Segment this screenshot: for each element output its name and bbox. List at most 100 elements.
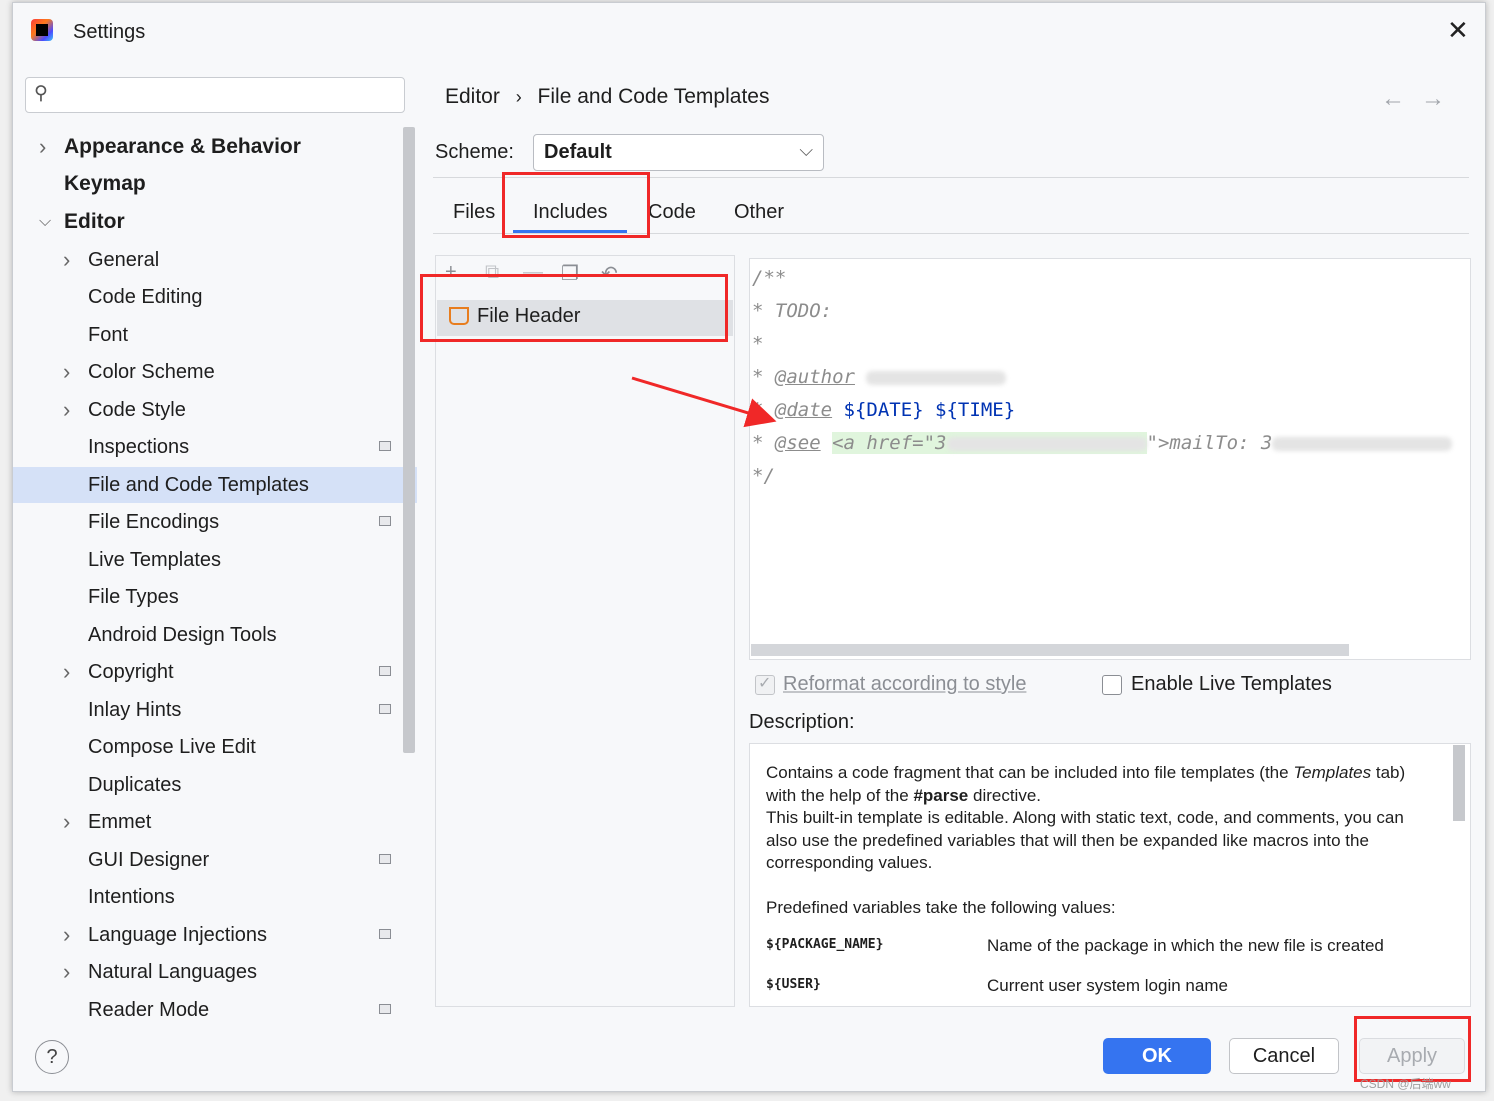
settings-dialog: Settings ✕ ⚲ › Appearance & Behavior Keyma… — [12, 2, 1486, 1092]
sidebar-item-label: Inlay Hints — [88, 699, 182, 721]
date-variables: ${DATE} ${TIME} — [843, 399, 1016, 421]
sidebar-item-label: File Types — [88, 586, 179, 608]
sidebar-item-language-injections[interactable]: › Language Injections — [13, 917, 417, 953]
sidebar-item-file-encodings[interactable]: File Encodings — [13, 504, 417, 540]
sidebar-item-file-and-code-templates[interactable]: File and Code Templates — [13, 467, 417, 503]
sidebar-item-label: Font — [88, 324, 129, 346]
scheme-dropdown[interactable]: Default ⌵ — [533, 134, 824, 171]
sidebar-item-label: General — [88, 249, 160, 271]
sidebar-item-live-templates[interactable]: Live Templates — [13, 542, 417, 578]
forward-arrow-icon[interactable]: → — [1421, 85, 1461, 112]
sidebar-item-compose-live-edit[interactable]: Compose Live Edit — [13, 729, 417, 765]
editor-horizontal-scrollbar[interactable] — [751, 644, 1349, 656]
sidebar-item-file-types[interactable]: File Types — [13, 579, 417, 615]
sidebar-item-label: Editor — [64, 210, 125, 233]
redacted-text — [1272, 436, 1453, 451]
project-settings-icon — [379, 1004, 391, 1014]
variable-description: Current user system login name — [987, 976, 1228, 995]
sidebar-item-label: Code Style — [88, 399, 186, 421]
see-href: <a href="3 — [832, 432, 947, 454]
project-settings-icon — [379, 516, 391, 526]
sidebar-item-label: Code Editing — [88, 286, 203, 308]
intellij-app-icon — [31, 19, 53, 41]
sidebar-item-label: Live Templates — [88, 549, 222, 571]
description-text: Contains a code fragment that can be inc… — [766, 762, 1436, 920]
tree-scrollbar[interactable] — [403, 127, 415, 753]
sidebar-item-color-scheme[interactable]: › Color Scheme — [13, 354, 417, 390]
sidebar-item-label: Language Injections — [88, 924, 268, 946]
chevron-right-icon[interactable]: › — [63, 354, 70, 390]
scheme-label: Scheme: — [435, 141, 514, 163]
sidebar-item-duplicates[interactable]: Duplicates — [13, 767, 417, 803]
code-line-see: * @see <a href="3 ">mailTo: 3 — [752, 432, 1453, 454]
sidebar-item-natural-languages[interactable]: › Natural Languages — [13, 954, 417, 990]
reformat-label[interactable]: Reformat according to style — [783, 673, 1026, 696]
close-icon[interactable]: ✕ — [1447, 15, 1469, 46]
sidebar-item-label: Compose Live Edit — [88, 736, 256, 758]
sidebar-item-copyright[interactable]: › Copyright — [13, 654, 417, 690]
sidebar-item-label: GUI Designer — [88, 849, 210, 871]
desc-p2: This built-in template is editable. Alon… — [766, 808, 1404, 872]
code-line-author: * @author — [752, 366, 1007, 388]
breadcrumb-current: File and Code Templates — [537, 85, 770, 108]
sidebar-item-label: Intentions — [88, 886, 175, 908]
desc-p1-a: Contains a code fragment that can be inc… — [766, 763, 1294, 782]
sidebar-item-label: Appearance & Behavior — [64, 135, 301, 158]
see-anchor-open: <a href="3 — [832, 432, 1147, 454]
sidebar-item-label: Reader Mode — [88, 999, 210, 1021]
settings-tree: › Appearance & Behavior Keymap ⌵ Editor › Gene… — [13, 127, 417, 1021]
sidebar-item-reader-mode[interactable]: Reader Mode — [13, 992, 417, 1028]
tab-other[interactable]: Other — [734, 201, 784, 224]
sidebar-item-label: Inspections — [88, 436, 190, 458]
breadcrumb-separator: › — [515, 87, 522, 107]
sidebar-item-font[interactable]: Font — [13, 317, 417, 353]
annotation-arrow — [631, 376, 777, 428]
highlight-box-includes-tab — [502, 172, 650, 238]
chevron-right-icon[interactable]: › — [63, 804, 70, 840]
sidebar-item-emmet[interactable]: › Emmet — [13, 804, 417, 840]
sidebar-item-android-design-tools[interactable]: Android Design Tools — [13, 617, 417, 653]
project-settings-icon — [379, 854, 391, 864]
sidebar-item-code-style[interactable]: › Code Style — [13, 392, 417, 428]
cancel-button[interactable]: Cancel — [1229, 1038, 1339, 1074]
sidebar-item-appearance-behavior[interactable]: › Appearance & Behavior — [13, 129, 417, 165]
breadcrumb-parent[interactable]: Editor — [445, 85, 500, 108]
sidebar-item-intentions[interactable]: Intentions — [13, 879, 417, 915]
highlight-box-apply — [1354, 1016, 1471, 1082]
chevron-right-icon[interactable]: › — [63, 392, 70, 428]
project-settings-icon — [379, 929, 391, 939]
project-settings-icon — [379, 441, 391, 451]
back-arrow-icon[interactable]: ← — [1381, 85, 1421, 112]
chevron-right-icon[interactable]: › — [63, 917, 70, 953]
sidebar-item-keymap[interactable]: Keymap — [13, 166, 417, 202]
see-mailto: ">mailTo: 3 — [1146, 432, 1273, 454]
desc-p1-em: Templates — [1293, 763, 1372, 782]
highlight-box-file-header — [420, 274, 728, 342]
redacted-text — [946, 436, 1147, 451]
sidebar-item-editor[interactable]: ⌵ Editor — [13, 204, 417, 240]
help-button[interactable]: ? — [35, 1040, 69, 1074]
search-icon: ⚲ — [34, 83, 48, 104]
chevron-down-icon[interactable]: ⌵ — [39, 204, 51, 240]
ok-button[interactable]: OK — [1103, 1038, 1211, 1074]
chevron-right-icon[interactable]: › — [63, 954, 70, 990]
tab-files[interactable]: Files — [453, 201, 495, 224]
tab-code[interactable]: Code — [648, 201, 696, 224]
enable-live-templates-label[interactable]: Enable Live Templates — [1131, 673, 1332, 696]
see-tag: @see — [774, 432, 821, 454]
sidebar-item-inlay-hints[interactable]: Inlay Hints — [13, 692, 417, 728]
chevron-down-icon: ⌵ — [799, 140, 813, 160]
sidebar-item-gui-designer[interactable]: GUI Designer — [13, 842, 417, 878]
variable-name: ${USER} — [766, 977, 821, 992]
reformat-checkbox[interactable] — [755, 673, 775, 695]
enable-live-templates-checkbox[interactable] — [1102, 675, 1122, 695]
description-scrollbar[interactable] — [1453, 745, 1465, 821]
chevron-right-icon[interactable]: › — [39, 129, 46, 165]
chevron-right-icon[interactable]: › — [63, 242, 70, 278]
sidebar-item-inspections[interactable]: Inspections — [13, 429, 417, 465]
sidebar-item-general[interactable]: › General — [13, 242, 417, 278]
settings-search-input[interactable]: ⚲ — [25, 77, 405, 113]
sidebar-item-code-editing[interactable]: Code Editing — [13, 279, 417, 315]
chevron-right-icon[interactable]: › — [63, 654, 70, 690]
template-code-editor[interactable]: /** * TODO: * * @author * @date ${DATE} … — [749, 258, 1471, 660]
